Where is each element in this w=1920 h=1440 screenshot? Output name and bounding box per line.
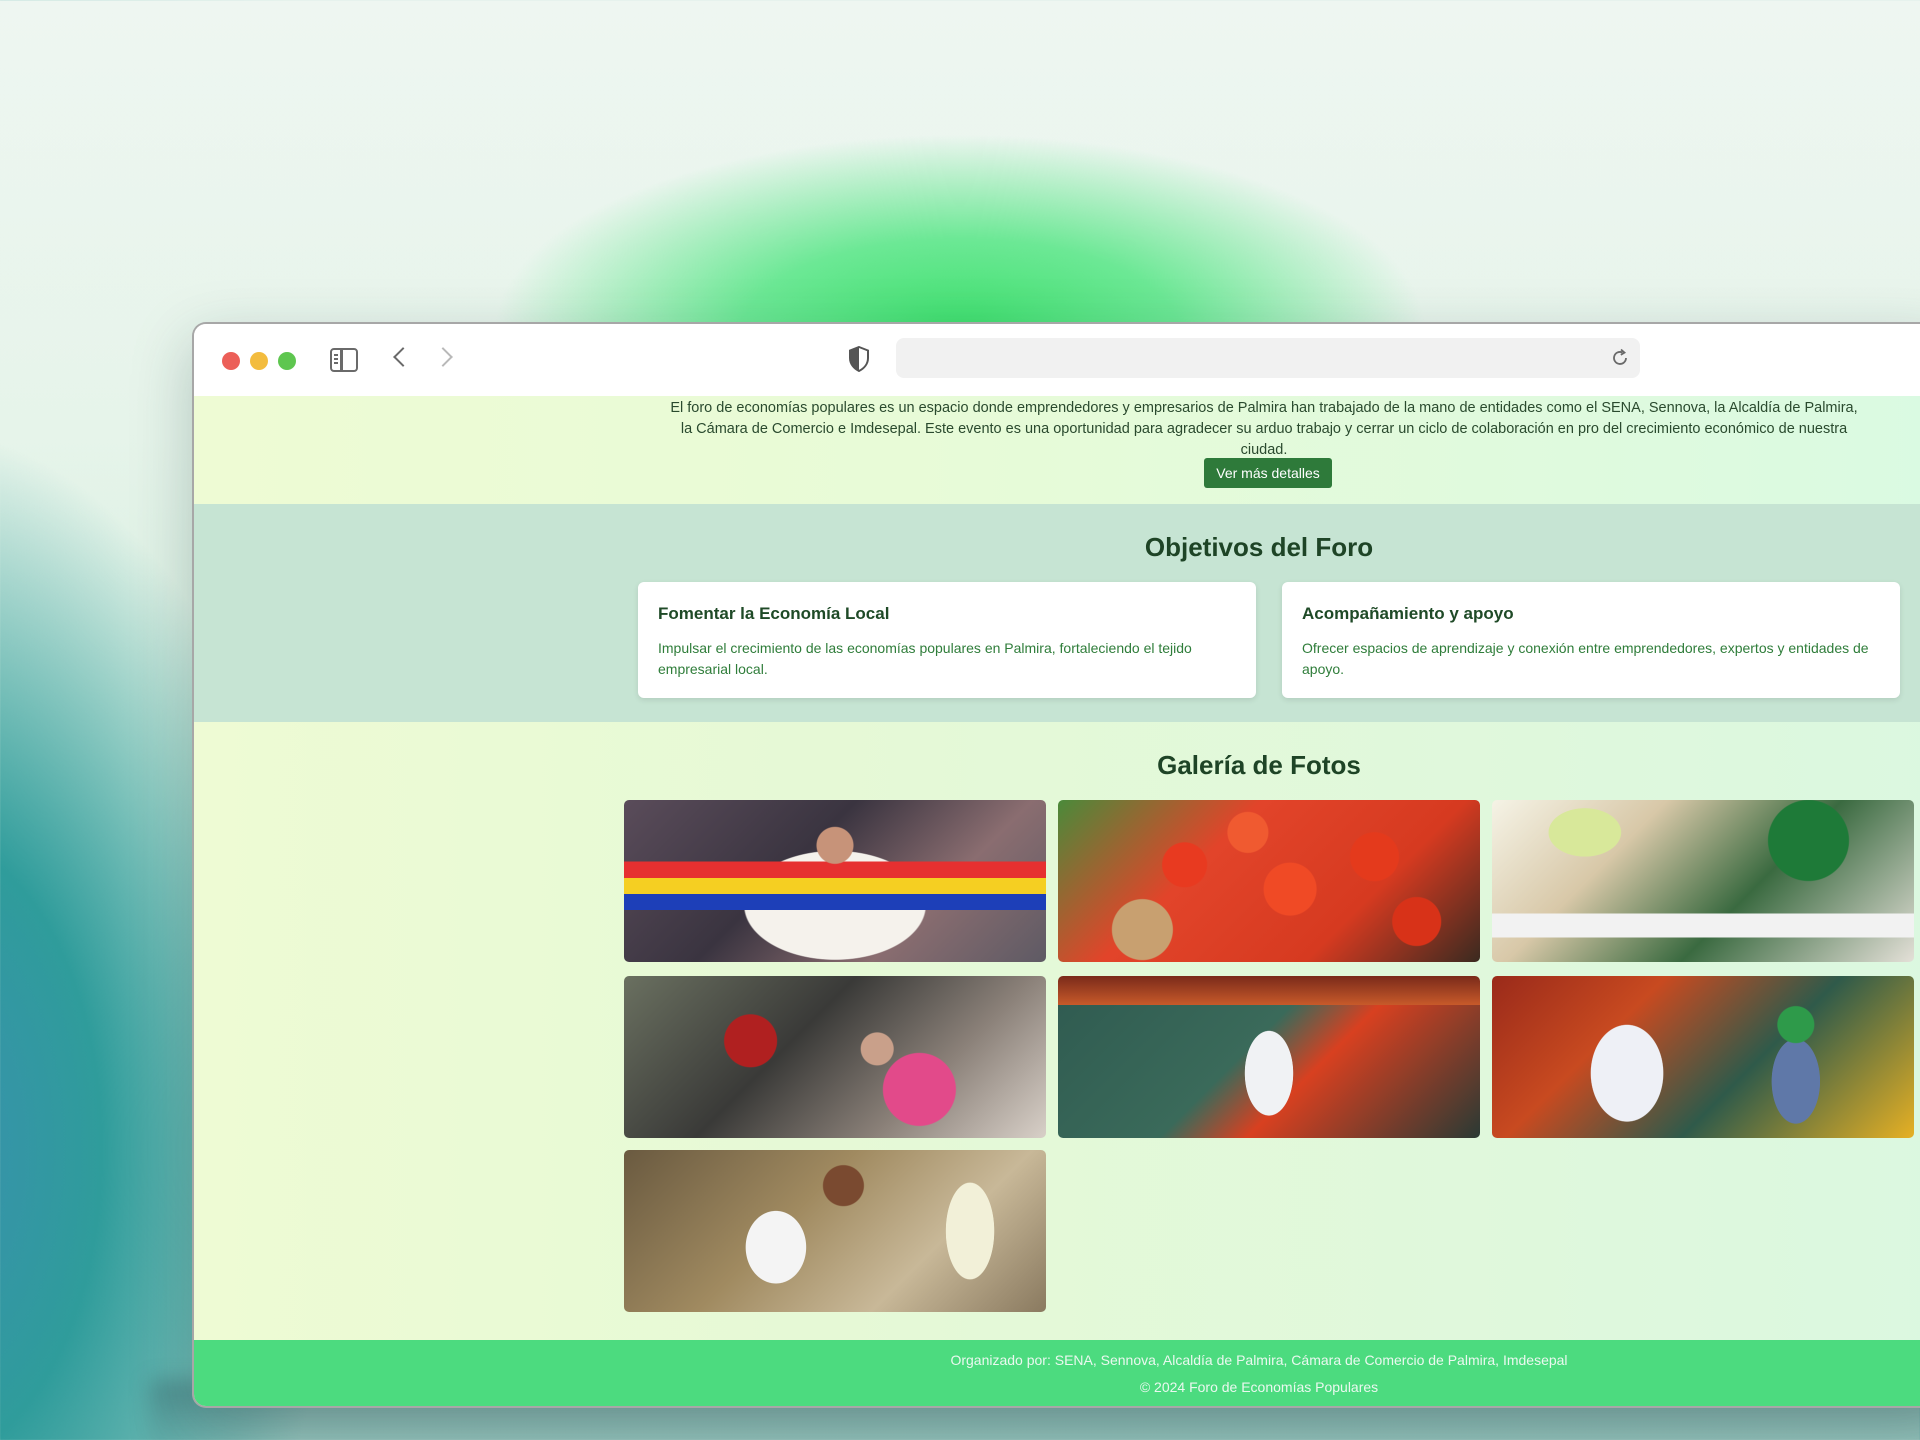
gallery-photo-man-speaking[interactable] bbox=[1058, 976, 1480, 1138]
objectives-title: Objetivos del Foro bbox=[1144, 532, 1374, 562]
objective-card-title: Acompañamiento y apoyo bbox=[1302, 604, 1514, 623]
gallery-photo-woman-tshirt[interactable] bbox=[624, 1150, 1046, 1312]
details-button[interactable]: Ver más detalles bbox=[1204, 458, 1332, 488]
back-arrow-icon[interactable] bbox=[393, 347, 413, 367]
intro-section: El foro de economías populares es un esp… bbox=[194, 396, 1920, 504]
gallery-photo-audience-event[interactable] bbox=[1492, 800, 1914, 962]
gallery-photo-group-seated[interactable] bbox=[624, 976, 1046, 1138]
forward-arrow-icon[interactable] bbox=[433, 347, 453, 367]
gallery-title: Galería de Fotos bbox=[1157, 750, 1361, 780]
page-footer: Organizado por: SENA, Sennova, Alcaldía … bbox=[194, 1340, 1920, 1406]
browser-window: El foro de economías populares es un esp… bbox=[192, 322, 1920, 1408]
gallery-photo-woman-flag-dress[interactable] bbox=[624, 800, 1046, 962]
shield-icon[interactable] bbox=[848, 346, 870, 372]
objectives-section: Objetivos del Foro Fomentar la Economía … bbox=[194, 504, 1920, 722]
gallery-photo-tomatoes[interactable] bbox=[1058, 800, 1480, 962]
objective-card-local-economy: Fomentar la Economía Local Impulsar el c… bbox=[638, 582, 1256, 698]
minimize-window-button[interactable] bbox=[250, 352, 268, 370]
address-bar[interactable] bbox=[896, 338, 1640, 378]
reload-icon[interactable] bbox=[1610, 348, 1630, 368]
objective-card-title: Fomentar la Economía Local bbox=[658, 604, 890, 623]
browser-toolbar bbox=[194, 324, 1920, 396]
objective-card-text: Ofrecer espacios de aprendizaje y conexi… bbox=[1302, 640, 1869, 677]
gallery-section: Galería de Fotos bbox=[194, 722, 1920, 1340]
intro-text: El foro de economías populares es un esp… bbox=[670, 400, 1858, 458]
gallery-photo-speakers-market[interactable] bbox=[1492, 976, 1914, 1138]
zoom-window-button[interactable] bbox=[278, 352, 296, 370]
objective-card-text: Impulsar el crecimiento de las economías… bbox=[658, 640, 1192, 677]
footer-organizers: Organizado por: SENA, Sennova, Alcaldía … bbox=[950, 1352, 1568, 1368]
close-window-button[interactable] bbox=[222, 352, 240, 370]
footer-copyright: © 2024 Foro de Economías Populares bbox=[1139, 1379, 1379, 1395]
web-page: El foro de economías populares es un esp… bbox=[194, 396, 1920, 1406]
sidebar-toggle-icon[interactable] bbox=[330, 348, 358, 372]
objective-card-support: Acompañamiento y apoyo Ofrecer espacios … bbox=[1282, 582, 1900, 698]
